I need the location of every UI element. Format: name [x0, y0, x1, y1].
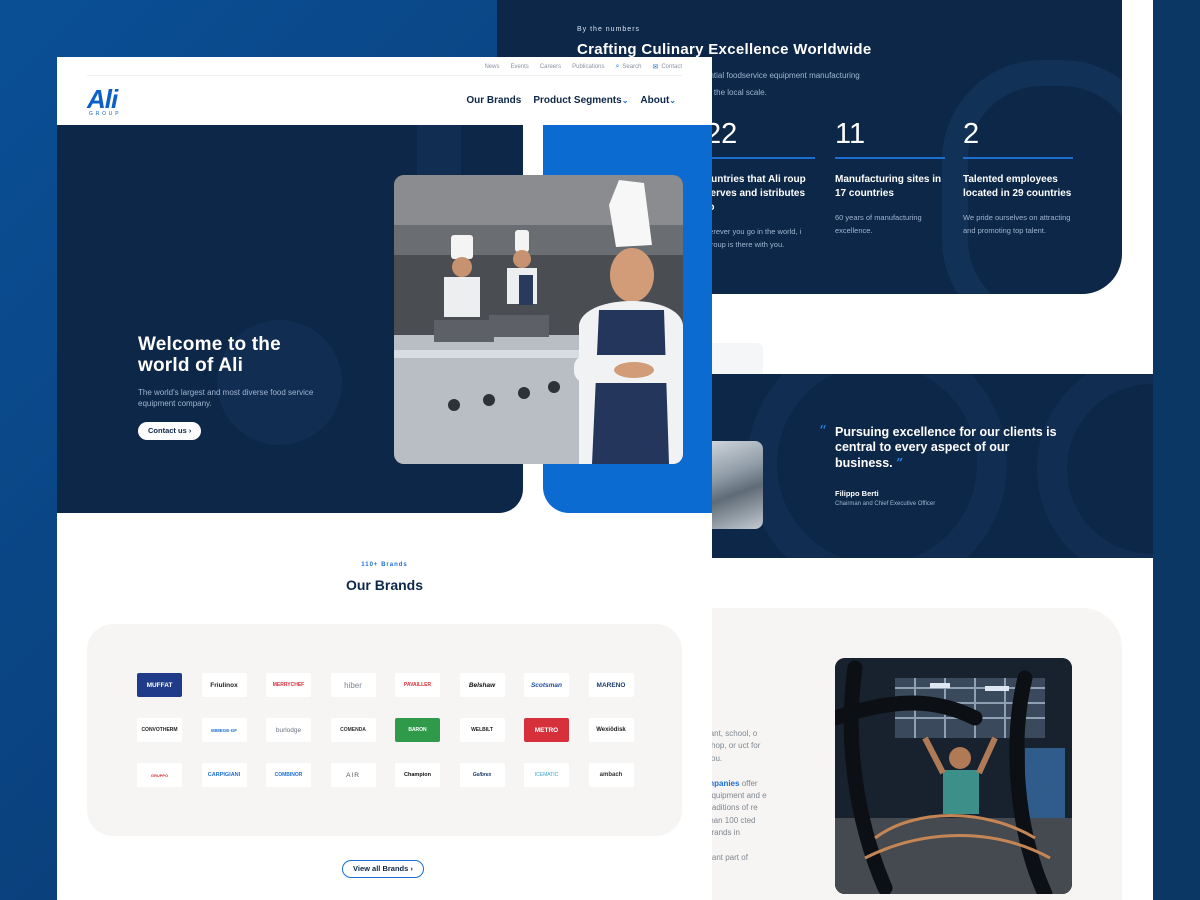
nav-label: About [640, 95, 670, 106]
stat-title: Manufacturing sites in 17 countries [835, 174, 942, 199]
brand-logo[interactable]: MARENO [588, 673, 634, 697]
brand-logo[interactable]: Friulinox [201, 673, 247, 697]
quote-body: Pursuing excellence for our clients is c… [835, 425, 1057, 470]
brand-logo[interactable]: ICEMATIC [524, 763, 569, 787]
brand-logo[interactable]: MUFFAT [137, 673, 182, 697]
hero-subtitle: The world's largest and most diverse foo… [138, 388, 314, 408]
quote-author-role: Chairman and Chief Executive Officer [835, 501, 936, 507]
stat-description: herever you go in the world, i Group is … [705, 227, 802, 249]
brand-logo[interactable]: GRUPPO [137, 763, 182, 787]
brand-logo[interactable]: AIR [330, 763, 376, 787]
nav-product-segments[interactable]: Product Segments⌄ [533, 95, 628, 106]
quote-text: Pursuing excellence for our clients is c… [835, 425, 1065, 471]
brand-logo[interactable]: MERRYCHEF [266, 673, 311, 697]
globe-text-line: rtant part of [707, 853, 748, 863]
brand-logo[interactable]: COMBINOR [266, 763, 311, 787]
nav-about[interactable]: About⌄ [640, 95, 676, 106]
utility-link-careers[interactable]: Careers [540, 63, 561, 71]
brand-logo[interactable]: Belshaw [459, 673, 505, 697]
brand-logo[interactable]: METRO [524, 718, 569, 742]
mail-icon: ✉ [652, 64, 659, 71]
brand-logo[interactable]: PAVAILLER [395, 673, 440, 697]
nav-our-brands[interactable]: Our Brands [466, 95, 521, 106]
utility-link-events[interactable]: Events [510, 63, 528, 71]
utility-link-news[interactable]: News [484, 63, 499, 71]
logo-group-text: GROUP [89, 111, 122, 117]
globe-text: rant, school, o shop, or uct for you. mp… [707, 728, 771, 864]
brands-eyebrow: 110+ Brands [361, 562, 408, 568]
search-label: Search [622, 64, 642, 70]
view-all-brands-button[interactable]: View all Brands › [342, 860, 424, 878]
brand-logo[interactable]: Scotsman [524, 673, 569, 697]
chef-photo [394, 175, 683, 464]
front-page: News Events Careers Publications ⌕ Search… [57, 57, 712, 900]
stat-title: ountries that Ali roup serves and istrib… [705, 174, 806, 213]
stat-manufacturing-sites: 11 Manufacturing sites in 17 countries 6… [835, 118, 945, 237]
brand-logo[interactable]: Gelbrex [459, 763, 505, 787]
workshop-photo [835, 658, 1072, 894]
brand-logo[interactable]: hiber [330, 673, 376, 697]
brands-title: Our Brands [345, 577, 423, 593]
quote-close-mark: ” [896, 455, 904, 470]
chevron-down-icon: ⌄ [621, 96, 629, 105]
background-strip [1153, 0, 1200, 900]
brand-logo[interactable]: WELBILT [459, 718, 505, 742]
stat-value: 2 [963, 118, 1073, 159]
brand-logo[interactable]: CARPIGIANI [201, 763, 247, 787]
stat-description: 60 years of manufacturing excellence. [835, 213, 922, 235]
ali-group-logo[interactable]: Ali GROUP [87, 84, 127, 120]
stats-intro: ential foodservice equipment manufacturi… [705, 71, 860, 97]
stat-countries: 22 ountries that Ali roup serves and ist… [705, 118, 815, 251]
stat-value: 11 [835, 118, 945, 159]
brand-logo[interactable]: ambach [588, 763, 634, 787]
chevron-down-icon: ⌄ [669, 96, 676, 105]
contact-us-button[interactable]: Contact us › [138, 422, 202, 440]
nav-label: Product Segments [533, 95, 622, 106]
brand-logo[interactable]: CONVOTHERM [137, 718, 182, 742]
brand-logo[interactable]: BARON [395, 718, 440, 742]
brand-logo[interactable]: burlodge [266, 718, 311, 742]
stat-employees: 2 Talented employees located in 29 count… [963, 118, 1073, 237]
contact-link[interactable]: ✉ Contact [652, 63, 682, 71]
main-nav: Our Brands Product Segments⌄ About⌄ [466, 95, 676, 106]
brand-logo-grid: MUFFAT Friulinox MERRYCHEF hiber PAVAILL… [137, 673, 634, 787]
brand-logo[interactable]: Wexiödisk [588, 718, 634, 742]
stats-eyebrow: By the numbers [577, 26, 641, 33]
header-divider [87, 75, 682, 76]
brand-logo[interactable]: COMENDA [330, 718, 376, 742]
utility-nav: News Events Careers Publications ⌕ Search… [484, 63, 682, 71]
globe-text-line: rant, school, o shop, or uct for you. [707, 729, 761, 763]
search-icon: ⌕ [615, 63, 620, 70]
brand-logo[interactable]: Champion [395, 763, 440, 787]
stat-value: 22 [705, 118, 815, 159]
utility-link-publications[interactable]: Publications [572, 63, 604, 71]
quote-open-mark: “ [819, 422, 827, 440]
stat-description: We pride ourselves on attracting and pro… [963, 213, 1071, 235]
stat-title: Talented employees located in 29 countri… [963, 174, 1072, 199]
hero-title: Welcome to the world of Ali [138, 334, 281, 376]
brand-logo[interactable]: MIMEGE-GF [201, 718, 247, 742]
stats-title: Crafting Culinary Excellence Worldwide [577, 41, 872, 58]
quote-author: Filippo Berti [835, 489, 879, 498]
search-link[interactable]: ⌕ Search [616, 63, 642, 71]
contact-label: Contact [661, 64, 682, 70]
